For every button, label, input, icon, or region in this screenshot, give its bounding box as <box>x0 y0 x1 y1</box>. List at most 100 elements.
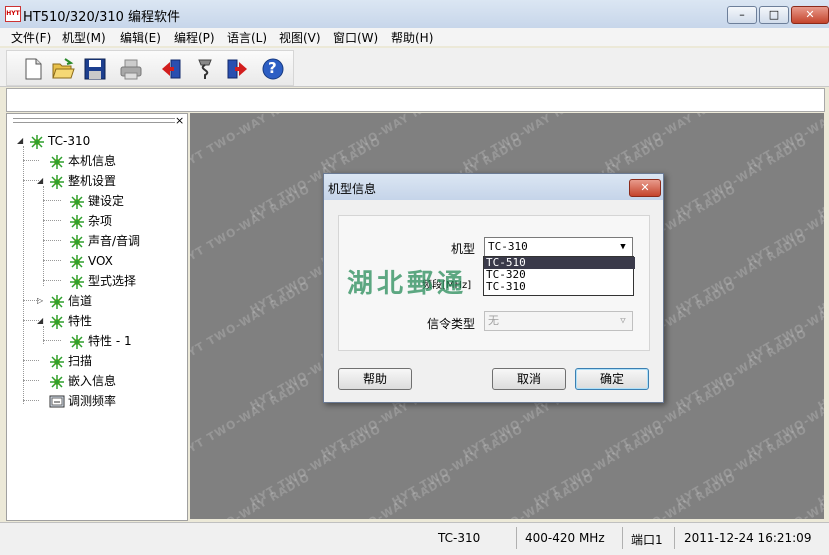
window-title: HT510/320/310 编程软件 <box>23 10 181 25</box>
tree-item-tune-freq[interactable]: 调测频率 <box>49 392 116 410</box>
node-icon <box>69 194 85 210</box>
tree-item-root[interactable]: TC-310 <box>29 132 90 150</box>
minimize-button[interactable]: – <box>727 6 757 24</box>
node-icon <box>49 154 65 170</box>
tree-item-feature[interactable]: 特性 <box>49 312 92 330</box>
chevron-down-icon[interactable]: ▼ <box>616 239 630 255</box>
watermark-text: HYT TWO-WAY RADIO <box>815 327 824 413</box>
tree-label: 声音/音调 <box>88 234 141 248</box>
status-port: 端口1 <box>631 533 663 547</box>
tree-item-embedded-info[interactable]: 嵌入信息 <box>49 372 116 390</box>
menu-file[interactable]: 文件(F) <box>11 29 51 46</box>
tree-label: 扫描 <box>68 354 93 368</box>
watermark-text: HYT TWO-WAY RADIO <box>745 471 824 519</box>
watermark-text: HYT TWO-WAY RADIO <box>602 470 739 519</box>
tree-item-misc[interactable]: 杂项 <box>69 212 112 230</box>
status-model: TC-310 <box>438 531 481 545</box>
menu-model[interactable]: 机型(M) <box>62 29 106 46</box>
help-button[interactable]: 帮助 <box>338 368 412 390</box>
tree-item-model-select[interactable]: 型式选择 <box>69 272 136 290</box>
close-button[interactable]: ✕ <box>791 6 829 24</box>
write-to-radio-icon[interactable] <box>225 57 249 81</box>
menu-window[interactable]: 窗口(W) <box>333 29 378 46</box>
watermark-text: HYT TWO-WAY RADIO <box>190 182 313 269</box>
connect-cable-icon[interactable] <box>193 57 217 81</box>
cancel-button[interactable]: 取消 <box>492 368 566 390</box>
model-dropdown-list: TC-510 TC-320 TC-310 <box>483 256 635 296</box>
node-icon <box>69 274 85 290</box>
tree-item-key-setting[interactable]: 键设定 <box>69 192 124 210</box>
tree-item-basic-info[interactable]: 本机信息 <box>49 152 116 170</box>
tree-label: 调测频率 <box>68 394 117 408</box>
help-glyph: ? <box>268 59 277 77</box>
watermark-overlay: 湖北郵通 <box>347 269 468 299</box>
watermark-text: HYT TWO-WAY RADIO <box>460 470 597 519</box>
tree-label: 嵌入信息 <box>68 374 117 388</box>
new-file-icon[interactable] <box>21 57 45 81</box>
tree-label: 键设定 <box>88 194 125 208</box>
tree-pane: × ◢ ◢ ▷ ◢ TC-310 本机信息 整机设置 键设定 杂项 声音/音调 … <box>6 113 188 521</box>
status-band: 400-420 MHz <box>525 531 605 545</box>
menu-bar: 文件(F) 机型(M) 编辑(E) 编程(P) 语言(L) 视图(V) 窗口(W… <box>0 28 829 46</box>
expand-icon[interactable]: ◢ <box>37 316 43 325</box>
node-icon <box>69 234 85 250</box>
tree-label: TC-310 <box>48 134 91 148</box>
tree-item-whole-setting[interactable]: 整机设置 <box>49 172 116 190</box>
menu-language[interactable]: 语言(L) <box>227 29 267 46</box>
model-option[interactable]: TC-310 <box>484 281 635 293</box>
signal-type-label: 信令类型 <box>427 317 476 331</box>
dialog-close-button[interactable]: ✕ <box>629 179 661 197</box>
maximize-button[interactable]: □ <box>759 6 789 24</box>
menu-help[interactable]: 帮助(H) <box>391 29 433 46</box>
tree-label: 特性 <box>68 314 93 328</box>
dialog-title: 机型信息 <box>328 182 377 196</box>
node-icon <box>49 174 65 190</box>
save-icon[interactable] <box>83 57 107 81</box>
tree-label: 信道 <box>68 294 93 308</box>
watermark-text: HYT TWO-WAY RADIO <box>815 423 824 509</box>
help-icon[interactable]: ? <box>261 57 285 81</box>
watermark-text: HYT TWO-WAY RADIO <box>815 231 824 317</box>
node-icon <box>69 254 85 270</box>
tree-label: 本机信息 <box>68 154 117 168</box>
app-logo: HYT <box>5 6 21 22</box>
collapse-icon[interactable]: ▷ <box>37 296 43 305</box>
node-icon <box>49 354 65 370</box>
expand-icon[interactable]: ◢ <box>37 176 43 185</box>
pane-header: × <box>7 114 187 127</box>
tree-item-scan[interactable]: 扫描 <box>49 352 92 370</box>
pane-close-icon[interactable]: × <box>175 114 184 127</box>
ok-button[interactable]: 确定 <box>575 368 649 390</box>
monitor-icon <box>49 394 65 410</box>
menu-view[interactable]: 视图(V) <box>279 29 321 46</box>
watermark-text: HYT TWO-WAY RADIO <box>318 470 455 519</box>
tree-item-sound-tone[interactable]: 声音/音调 <box>69 232 140 250</box>
dialog-title-bar[interactable]: 机型信息 ✕ <box>324 174 663 200</box>
pane-grip[interactable] <box>13 118 175 123</box>
tree-label: 杂项 <box>88 214 113 228</box>
print-icon[interactable] <box>119 57 143 81</box>
watermark-text: HYT TWO-WAY RADIO <box>815 135 824 221</box>
tree-item-vox[interactable]: VOX <box>69 252 113 270</box>
signal-type-value: 无 <box>488 314 499 327</box>
tree-label: VOX <box>88 254 113 268</box>
tree-item-channel[interactable]: 信道 <box>49 292 92 310</box>
model-combo-value: TC-310 <box>488 240 528 253</box>
toolbar: ? <box>0 48 829 87</box>
watermark-text: HYT TWO-WAY RADIO <box>190 113 313 173</box>
tree-label: 整机设置 <box>68 174 117 188</box>
node-icon <box>69 334 85 350</box>
toolbar-strip: ? <box>6 50 294 86</box>
chevron-down-icon: ▽ <box>620 316 626 326</box>
tree-item-feature-1[interactable]: 特性 - 1 <box>69 332 132 350</box>
read-from-radio-icon[interactable] <box>159 57 183 81</box>
node-icon <box>49 314 65 330</box>
menu-program[interactable]: 编程(P) <box>174 29 215 46</box>
status-datetime: 2011-12-24 16:21:09 <box>684 531 812 545</box>
open-folder-icon[interactable] <box>51 57 75 81</box>
model-combo[interactable]: TC-310 ▼ <box>484 237 633 257</box>
expand-icon[interactable]: ◢ <box>17 136 23 145</box>
watermark-text: HYT TWO-WAY RADIO <box>190 374 313 461</box>
menu-edit[interactable]: 编辑(E) <box>120 29 161 46</box>
node-icon <box>69 214 85 230</box>
